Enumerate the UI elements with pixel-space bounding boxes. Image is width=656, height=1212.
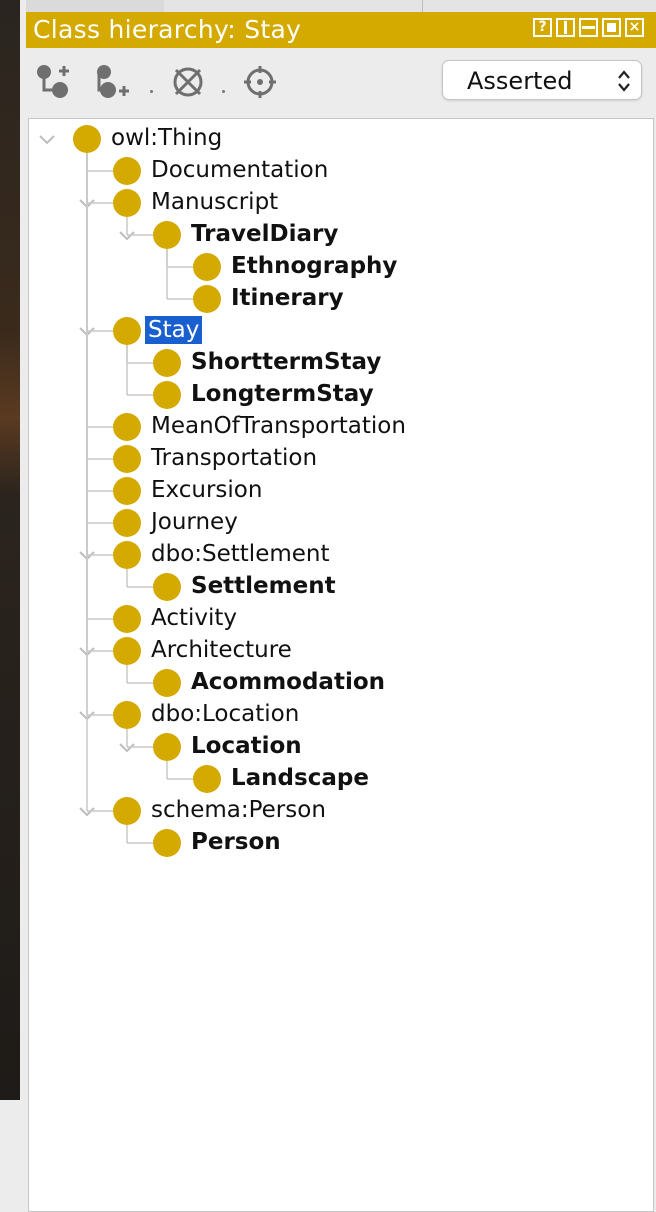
panel-title: Class hierarchy: Stay — [33, 15, 302, 44]
tree-node-label: Acommodation — [191, 669, 386, 695]
tree-node-label: Transportation — [151, 445, 318, 471]
view-mode-select[interactable]: Asserted — [442, 60, 642, 100]
tree-node-label: Settlement — [191, 573, 336, 599]
class-icon — [153, 829, 181, 857]
tree-node-label: Manuscript — [151, 189, 279, 215]
background-edge — [0, 0, 20, 1100]
split-rows-icon[interactable] — [579, 18, 598, 37]
panel-titlebar: Class hierarchy: Stay ? × — [26, 12, 656, 48]
view-mode-value: Asserted — [467, 67, 573, 95]
class-icon — [113, 541, 141, 569]
tree-node-label: schema:Person — [151, 797, 326, 823]
class-icon — [193, 253, 221, 281]
class-icon — [113, 605, 141, 633]
class-icon — [153, 733, 181, 761]
close-icon[interactable]: × — [625, 18, 644, 37]
tree-node-label: ShorttermStay — [191, 349, 382, 375]
class-tree[interactable]: owl:Thing Documentation Manuscript TravelDi… — [28, 118, 654, 1212]
tree-node-label: Landscape — [231, 765, 369, 791]
tree-node-label: Documentation — [151, 157, 329, 183]
tab-strip-item[interactable] — [164, 0, 423, 12]
class-hierarchy-panel: Class hierarchy: Stay ? × Asserted owl:T… — [26, 12, 656, 1212]
class-icon — [153, 349, 181, 377]
tree-node-label: MeanOfTransportation — [151, 413, 406, 439]
tree-node-label: Ethnography — [231, 253, 398, 279]
hierarchy-toolbar: Asserted — [26, 48, 656, 118]
class-icon — [113, 509, 141, 537]
tree-node-label: Journey — [151, 509, 238, 535]
tree-node-label: Person — [191, 829, 281, 855]
tree-node-label: TravelDiary — [191, 221, 339, 247]
tree-node-label: LongtermStay — [191, 381, 374, 407]
class-icon — [153, 669, 181, 697]
tree-node-label: Excursion — [151, 477, 263, 503]
class-icon — [113, 797, 141, 825]
tree-node-label: owl:Thing — [111, 125, 223, 151]
class-icon — [113, 413, 141, 441]
tab-strip-item[interactable] — [26, 0, 165, 12]
maximize-icon[interactable] — [602, 18, 621, 37]
add-subclass-icon[interactable] — [34, 62, 74, 102]
toolbar-separator — [150, 90, 153, 93]
tree-node-label: Architecture — [151, 637, 292, 663]
updown-chevron-icon — [618, 70, 630, 92]
delete-class-icon[interactable] — [168, 62, 208, 102]
class-icon — [73, 125, 101, 153]
expand-chevron-icon — [39, 135, 55, 145]
toolbar-separator — [222, 90, 225, 93]
tree-connector-lines — [39, 135, 193, 844]
class-icon — [113, 477, 141, 505]
tree-node-label: dbo:Location — [151, 701, 300, 727]
tree-node-label: dbo:Settlement — [151, 541, 330, 567]
help-icon[interactable]: ? — [533, 18, 552, 37]
tree-node-label: Stay — [145, 316, 203, 344]
split-columns-icon[interactable] — [556, 18, 575, 37]
class-icon — [113, 701, 141, 729]
class-icon — [113, 317, 141, 345]
tree-node-label: Activity — [151, 605, 238, 631]
class-icon — [113, 157, 141, 185]
window-buttons: ? × — [533, 18, 644, 37]
find-class-icon[interactable] — [240, 62, 280, 102]
tree-node-label: Itinerary — [231, 285, 344, 311]
class-icon — [113, 189, 141, 217]
tree-node-label: Location — [191, 733, 302, 759]
class-icon — [193, 765, 221, 793]
class-icon — [153, 221, 181, 249]
class-icon — [193, 285, 221, 313]
class-icon — [153, 381, 181, 409]
class-icon — [113, 637, 141, 665]
class-icon — [153, 573, 181, 601]
class-icon — [113, 445, 141, 473]
add-sibling-class-icon[interactable] — [94, 62, 134, 102]
